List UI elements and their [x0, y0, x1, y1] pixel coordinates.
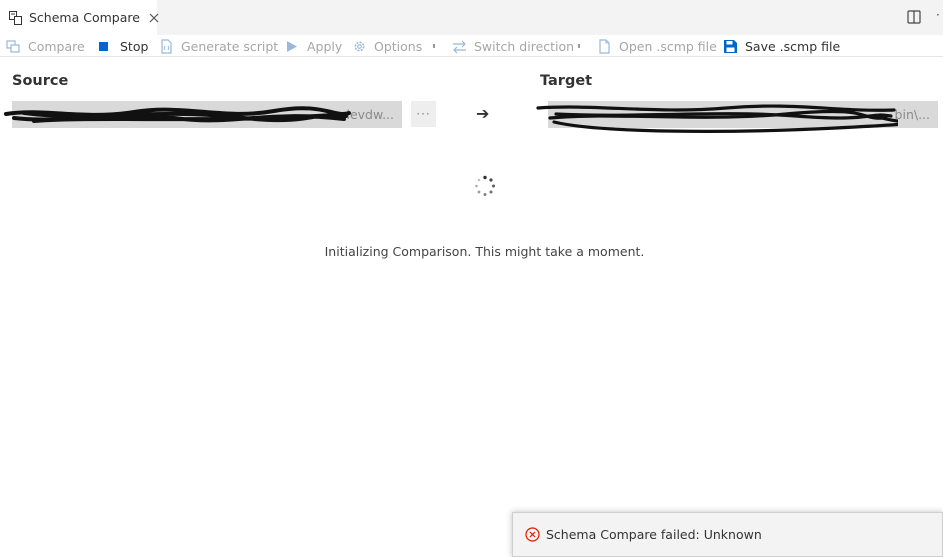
toolbar-separator — [578, 44, 580, 48]
tab-schema-compare[interactable]: Schema Compare — [0, 0, 160, 35]
switch-direction-label: Switch direction — [474, 38, 575, 54]
stop-icon — [98, 39, 113, 54]
toolbar-separator — [433, 44, 435, 48]
stop-button[interactable]: Stop — [98, 35, 148, 57]
generate-script-button[interactable]: Generate script — [159, 35, 278, 57]
source-browse-button[interactable]: ··· — [411, 101, 436, 127]
options-button[interactable]: Options — [352, 35, 422, 57]
more-actions-icon[interactable]: · — [936, 8, 940, 22]
save-scmp-label: Save .scmp file — [745, 38, 841, 54]
open-scmp-button[interactable]: Open .scmp file — [597, 35, 717, 57]
schema-compare-toolbar: Compare Stop Generate script Apply Optio… — [0, 35, 943, 57]
loading-spinner-icon — [475, 175, 495, 196]
source-label: Source — [12, 73, 69, 89]
notification-message: Schema Compare failed: Unknown — [546, 527, 762, 542]
switch-direction-icon — [452, 39, 467, 54]
open-file-icon — [597, 38, 612, 54]
schema-compare-icon — [8, 10, 24, 26]
apply-button[interactable]: Apply — [285, 35, 342, 57]
tab-title: Schema Compare — [29, 10, 140, 25]
split-editor-icon[interactable] — [907, 10, 922, 24]
switch-direction-button[interactable]: Switch direction — [452, 35, 574, 57]
open-scmp-label: Open .scmp file — [619, 38, 717, 54]
source-path-field[interactable]: levdw... — [12, 101, 402, 128]
generate-script-icon — [159, 38, 174, 54]
close-icon[interactable] — [148, 12, 160, 24]
target-path-text: bin\... — [894, 107, 930, 122]
apply-icon — [285, 39, 300, 54]
options-icon — [352, 39, 367, 54]
editor-tab-bar: Schema Compare · — [0, 0, 943, 35]
error-icon — [525, 527, 540, 542]
compare-label: Compare — [28, 38, 85, 54]
target-path-field[interactable]: bin\... — [548, 101, 938, 128]
status-message: Initializing Comparison. This might take… — [324, 244, 645, 259]
source-path-text: levdw... — [346, 107, 395, 122]
options-label: Options — [374, 38, 423, 54]
stop-label: Stop — [120, 38, 149, 54]
apply-label: Apply — [307, 38, 343, 54]
save-icon — [723, 39, 738, 54]
save-scmp-button[interactable]: Save .scmp file — [723, 35, 840, 57]
generate-script-label: Generate script — [181, 38, 279, 54]
target-label: Target — [540, 73, 593, 89]
direction-arrow-icon: ➔ — [476, 104, 490, 123]
compare-icon — [6, 39, 21, 54]
error-notification[interactable]: Schema Compare failed: Unknown — [512, 512, 943, 557]
compare-button[interactable]: Compare — [6, 35, 85, 57]
